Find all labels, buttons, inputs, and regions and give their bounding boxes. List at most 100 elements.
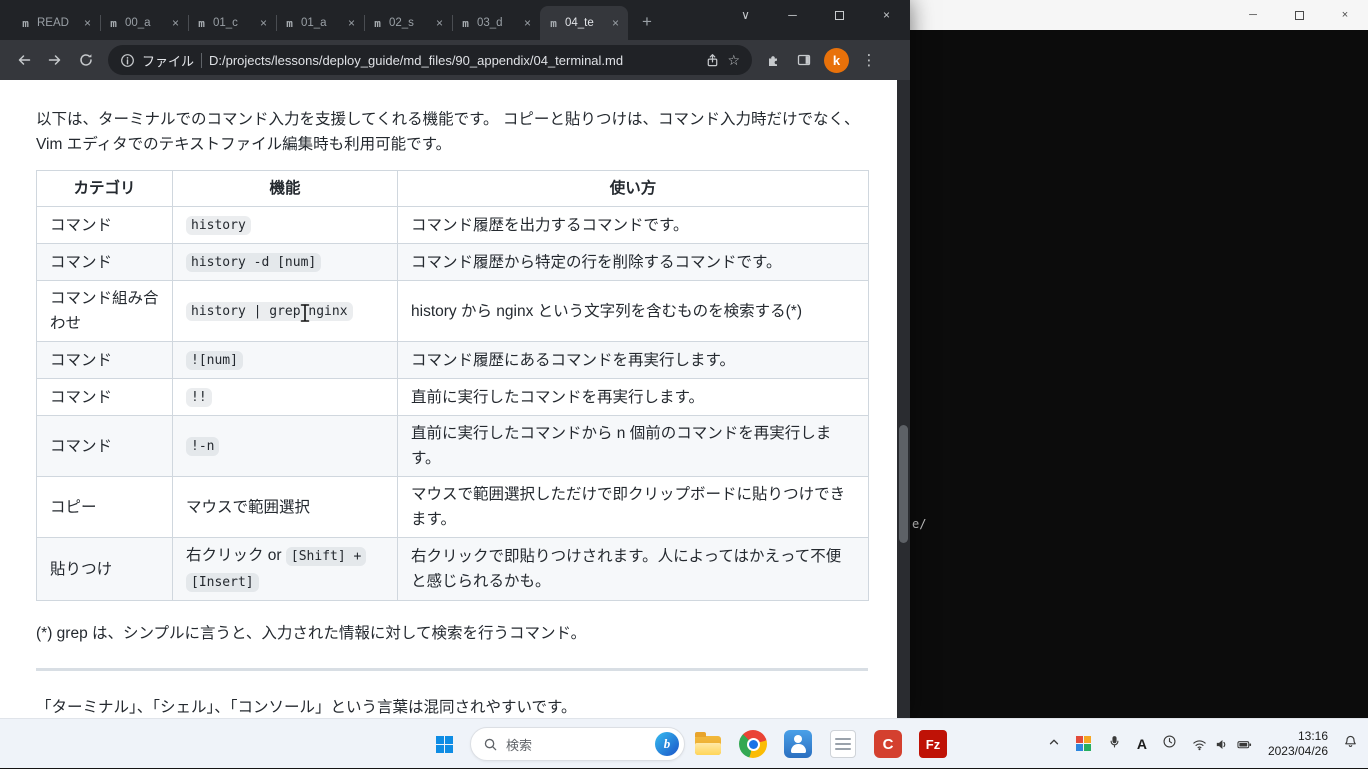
- desktop: ─ × e/ m READ × m 00_a × m 01_c × m 01_a × m 02_s × m 03…: [0, 0, 1368, 768]
- tray-app-icon[interactable]: [1075, 736, 1092, 752]
- category-cell: コマンド: [36, 243, 173, 281]
- terminal-close-button[interactable]: ×: [1322, 0, 1368, 30]
- reload-button[interactable]: [70, 45, 101, 76]
- feature-cell: 右クリック or [Shift] + [Insert]: [172, 537, 398, 601]
- tab-label: 01_a: [301, 17, 327, 29]
- user-app-button[interactable]: [782, 728, 814, 760]
- inline-code: ![num]: [186, 351, 243, 370]
- usage-cell: 右クリックで即貼りつけされます。人によってはかえって不便と感じられるかも。: [397, 537, 869, 601]
- tab-READ[interactable]: m READ ×: [12, 6, 100, 40]
- usage-cell: 直前に実行したコマンドから n 個前のコマンドを再実行します。: [397, 415, 869, 477]
- tab-close-icon[interactable]: ×: [170, 16, 181, 30]
- tab-close-icon[interactable]: ×: [82, 16, 93, 30]
- tab-close-icon[interactable]: ×: [434, 16, 445, 30]
- speaker-icon: [1216, 739, 1226, 749]
- extensions-button[interactable]: [759, 45, 789, 75]
- tab-01_c[interactable]: m 01_c ×: [188, 6, 276, 40]
- terminal-titlebar[interactable]: ─ ×: [908, 0, 1368, 30]
- table-row: コマンド !-n 直前に実行したコマンドから n 個前のコマンドを再実行します。: [36, 415, 869, 477]
- puzzle-icon: [769, 56, 777, 66]
- filezilla-button[interactable]: Fz: [917, 728, 949, 760]
- windows-logo-icon: [435, 735, 453, 753]
- column-header: カテゴリ: [36, 170, 173, 207]
- usage-cell: コマンド履歴から特定の行を削除するコマンドです。: [397, 243, 869, 281]
- tab-close-icon[interactable]: ×: [610, 16, 621, 30]
- feature-cell: history: [172, 206, 398, 244]
- ime-mode-indicator[interactable]: A: [1137, 736, 1147, 752]
- tab-04_te[interactable]: m 04_te ×: [540, 6, 628, 40]
- address-scheme-label: ファイル: [142, 53, 195, 69]
- column-header: 使い方: [397, 170, 869, 207]
- tabs-container: m READ × m 00_a × m 01_c × m 01_a × m 02_s × m 03_d × m 04_…: [12, 0, 628, 40]
- kebab-menu-icon: ⋮: [861, 52, 877, 69]
- window-close-button[interactable]: ×: [863, 0, 910, 30]
- side-panel-button[interactable]: [789, 45, 819, 75]
- tab-01_a[interactable]: m 01_a ×: [276, 6, 364, 40]
- user-app-icon: [784, 730, 812, 758]
- tab-close-icon[interactable]: ×: [522, 16, 533, 30]
- tab-search-button[interactable]: ∨: [722, 0, 769, 30]
- info-icon[interactable]: [120, 53, 135, 68]
- tab-label: 00_a: [125, 17, 151, 29]
- clock-tray-button[interactable]: [1162, 734, 1177, 754]
- category-cell: コマンド: [36, 206, 173, 244]
- scrollbar-thumb[interactable]: [899, 425, 908, 543]
- taskbar-search[interactable]: 検索 b: [470, 727, 685, 761]
- start-button[interactable]: [424, 724, 464, 764]
- category-cell: コマンド: [36, 341, 173, 379]
- search-icon: [484, 738, 497, 750]
- document-icon: [830, 730, 856, 758]
- taskbar-clock[interactable]: 13:16 2023/04/26: [1268, 729, 1328, 759]
- tab-favicon: m: [374, 16, 381, 30]
- notepad-button[interactable]: [827, 728, 859, 760]
- address-divider: [201, 52, 203, 68]
- forward-icon: [48, 55, 60, 65]
- maximize-icon: [835, 10, 844, 20]
- taskbar-apps: C Fz: [692, 728, 949, 760]
- tab-favicon: m: [462, 16, 469, 30]
- browser-toolbar: ファイル D:/projects/lessons/deploy_guide/md…: [0, 40, 910, 80]
- taskbar: 検索 b C Fz A 13:16 2023/04/26: [0, 718, 1368, 768]
- window-minimize-button[interactable]: ─: [769, 0, 816, 30]
- address-bar[interactable]: ファイル D:/projects/lessons/deploy_guide/md…: [108, 45, 752, 75]
- terminal-output-area[interactable]: e/: [908, 30, 1368, 718]
- tab-close-icon[interactable]: ×: [258, 16, 269, 30]
- page-scrollbar[interactable]: [897, 80, 910, 718]
- category-cell: 貼りつけ: [36, 537, 173, 601]
- bookmark-star-icon[interactable]: ☆: [727, 52, 740, 69]
- tray-date: 2023/04/26: [1267, 744, 1328, 758]
- minimize-icon: ─: [1249, 9, 1257, 21]
- tray-chevron-button[interactable]: [1047, 735, 1061, 754]
- new-tab-button[interactable]: +: [634, 9, 660, 35]
- tab-close-icon[interactable]: ×: [346, 16, 357, 30]
- terminal-window: ─ × e/: [908, 0, 1368, 718]
- microphone-tray-button[interactable]: [1107, 734, 1122, 754]
- bing-chat-icon[interactable]: b: [655, 732, 679, 756]
- profile-avatar[interactable]: k: [824, 47, 849, 73]
- category-cell: コピー: [36, 476, 173, 538]
- back-icon: [18, 55, 30, 65]
- tab-02_s[interactable]: m 02_s ×: [364, 6, 452, 40]
- category-cell: コマンド: [36, 415, 173, 477]
- terminal-maximize-button[interactable]: [1276, 0, 1322, 30]
- window-maximize-button[interactable]: [816, 0, 863, 30]
- terminal-minimize-button[interactable]: ─: [1230, 0, 1276, 30]
- chrome-button[interactable]: [737, 728, 769, 760]
- tab-03_d[interactable]: m 03_d ×: [452, 6, 540, 40]
- back-button[interactable]: [8, 45, 39, 76]
- quick-settings-button[interactable]: [1192, 737, 1253, 752]
- usage-cell: コマンド履歴にあるコマンドを再実行します。: [397, 341, 869, 379]
- filezilla-icon: Fz: [919, 730, 947, 758]
- forward-button[interactable]: [39, 45, 70, 76]
- maximize-icon: [1294, 10, 1304, 20]
- file-explorer-button[interactable]: [692, 728, 724, 760]
- share-icon[interactable]: [705, 53, 720, 68]
- address-url: D:/projects/lessons/deploy_guide/md_file…: [209, 52, 624, 68]
- folder-icon: [695, 732, 721, 755]
- chrome-icon: [739, 730, 767, 758]
- red-c-app-button[interactable]: C: [872, 728, 904, 760]
- tab-00_a[interactable]: m 00_a ×: [100, 6, 188, 40]
- notification-button[interactable]: [1343, 734, 1358, 754]
- browser-menu-button[interactable]: ⋮: [854, 45, 884, 75]
- chevron-up-icon: [1049, 739, 1058, 744]
